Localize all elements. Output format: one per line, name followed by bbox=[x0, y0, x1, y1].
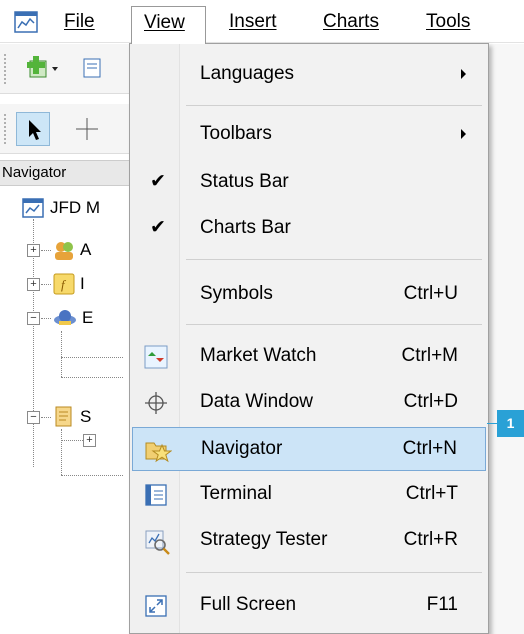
menu-item-market-watch[interactable]: Market Watch Ctrl+M bbox=[132, 335, 486, 379]
menu-separator bbox=[186, 259, 482, 260]
checkmark-icon: ✔ bbox=[150, 217, 166, 238]
tree-line bbox=[61, 475, 123, 476]
new-chart-plus-icon bbox=[27, 56, 58, 78]
strategy-tester-icon bbox=[143, 528, 170, 555]
tree-accounts-label[interactable]: A bbox=[80, 239, 91, 261]
menu-item-languages[interactable]: Languages bbox=[132, 53, 486, 97]
menu-item-shortcut: Ctrl+D bbox=[403, 391, 458, 412]
menu-item-label: Languages bbox=[200, 63, 295, 84]
cursor-button[interactable] bbox=[16, 112, 50, 146]
menu-item-navigator[interactable]: Navigator Ctrl+N bbox=[132, 427, 486, 471]
collapse-experts[interactable]: − bbox=[27, 312, 40, 325]
menu-item-label: Data Window bbox=[200, 391, 313, 412]
submenu-arrow-icon bbox=[461, 69, 466, 79]
terminal-icon bbox=[143, 482, 169, 508]
menu-item-toolbars[interactable]: Toolbars bbox=[132, 113, 486, 157]
toolbar-grip[interactable] bbox=[4, 54, 8, 84]
indicators-icon: f bbox=[52, 273, 76, 300]
menu-item-data-window[interactable]: Data Window Ctrl+D bbox=[132, 381, 486, 425]
experts-icon bbox=[52, 307, 78, 334]
menu-insert[interactable]: Insert bbox=[217, 9, 289, 39]
menu-item-full-screen[interactable]: Full Screen F11 bbox=[132, 584, 486, 628]
menu-view[interactable]: View bbox=[131, 6, 206, 44]
menu-separator bbox=[186, 105, 482, 106]
tree-line bbox=[41, 250, 51, 251]
accounts-icon bbox=[52, 239, 76, 266]
crosshair-tool-button[interactable] bbox=[70, 112, 104, 146]
tree-scripts-label[interactable]: S bbox=[80, 406, 91, 428]
menu-separator bbox=[186, 324, 482, 325]
scripts-icon bbox=[52, 405, 76, 434]
menu-file[interactable]: File bbox=[52, 9, 107, 39]
expand-accounts[interactable]: + bbox=[27, 244, 40, 257]
menu-item-label: Toolbars bbox=[200, 123, 272, 144]
menu-charts[interactable]: Charts bbox=[311, 9, 391, 39]
expand-scripts-sub[interactable]: + bbox=[83, 434, 96, 447]
tree-line bbox=[41, 318, 51, 319]
menu-item-label: Symbols bbox=[200, 283, 273, 304]
menu-item-symbols[interactable]: Symbols Ctrl+U bbox=[132, 273, 486, 317]
tree-indicators-label[interactable]: I bbox=[80, 273, 85, 295]
profiles-button[interactable] bbox=[76, 52, 110, 86]
submenu-arrow-icon bbox=[461, 129, 466, 139]
menu-item-shortcut: Ctrl+N bbox=[402, 438, 457, 459]
chart-area-edge bbox=[484, 44, 524, 634]
menu-item-shortcut: Ctrl+R bbox=[403, 529, 458, 550]
menu-item-label: Charts Bar bbox=[200, 217, 291, 238]
callout-badge: 1 bbox=[497, 410, 524, 437]
tree-line bbox=[61, 331, 62, 377]
checkmark-icon: ✔ bbox=[150, 171, 166, 192]
menu-item-status-bar[interactable]: ✔ Status Bar bbox=[132, 161, 486, 205]
menu-item-label: Navigator bbox=[201, 438, 283, 459]
tree-experts-label[interactable]: E bbox=[82, 307, 93, 329]
toolbar-grip-2[interactable] bbox=[4, 114, 8, 144]
menu-item-label: Market Watch bbox=[200, 345, 317, 366]
tree-line bbox=[41, 417, 51, 418]
menu-item-label: Full Screen bbox=[200, 594, 297, 615]
tree-root-label[interactable]: JFD M bbox=[50, 197, 100, 219]
tree-line bbox=[61, 377, 123, 378]
menu-item-label: Terminal bbox=[200, 483, 272, 504]
full-screen-icon bbox=[143, 593, 169, 619]
menu-item-shortcut: Ctrl+T bbox=[405, 483, 458, 504]
menu-item-label: Strategy Tester bbox=[200, 529, 328, 550]
menu-item-terminal[interactable]: Terminal Ctrl+T bbox=[132, 473, 486, 517]
tree-line bbox=[61, 440, 83, 441]
profiles-icon bbox=[83, 58, 101, 78]
market-watch-icon bbox=[143, 344, 169, 370]
callout-connector bbox=[487, 423, 497, 424]
crosshair-tool-icon bbox=[76, 118, 98, 140]
view-menu-dropdown: Languages Toolbars ✔ Status Bar ✔ Charts… bbox=[129, 43, 489, 634]
expand-indicators[interactable]: + bbox=[27, 278, 40, 291]
app-chart-icon bbox=[14, 11, 38, 38]
tree-line bbox=[61, 429, 62, 475]
menu-tools[interactable]: Tools bbox=[414, 9, 482, 39]
tree-line bbox=[41, 284, 51, 285]
menu-separator bbox=[186, 572, 482, 573]
new-chart-button[interactable] bbox=[22, 52, 58, 86]
menu-item-strategy-tester[interactable]: Strategy Tester Ctrl+R bbox=[132, 519, 486, 563]
menu-item-shortcut: Ctrl+U bbox=[403, 283, 458, 304]
menu-item-label: Status Bar bbox=[200, 171, 289, 192]
collapse-scripts[interactable]: − bbox=[27, 411, 40, 424]
menu-bar: File View Insert Charts Tools bbox=[0, 0, 524, 44]
tree-line bbox=[61, 357, 123, 358]
cursor-arrow-icon bbox=[29, 120, 41, 140]
menu-item-shortcut: F11 bbox=[426, 594, 458, 615]
navigator-star-folder-icon bbox=[144, 437, 173, 463]
menu-item-charts-bar[interactable]: ✔ Charts Bar bbox=[132, 207, 486, 251]
menu-item-shortcut: Ctrl+M bbox=[401, 345, 458, 366]
crosshair-icon bbox=[143, 390, 169, 416]
